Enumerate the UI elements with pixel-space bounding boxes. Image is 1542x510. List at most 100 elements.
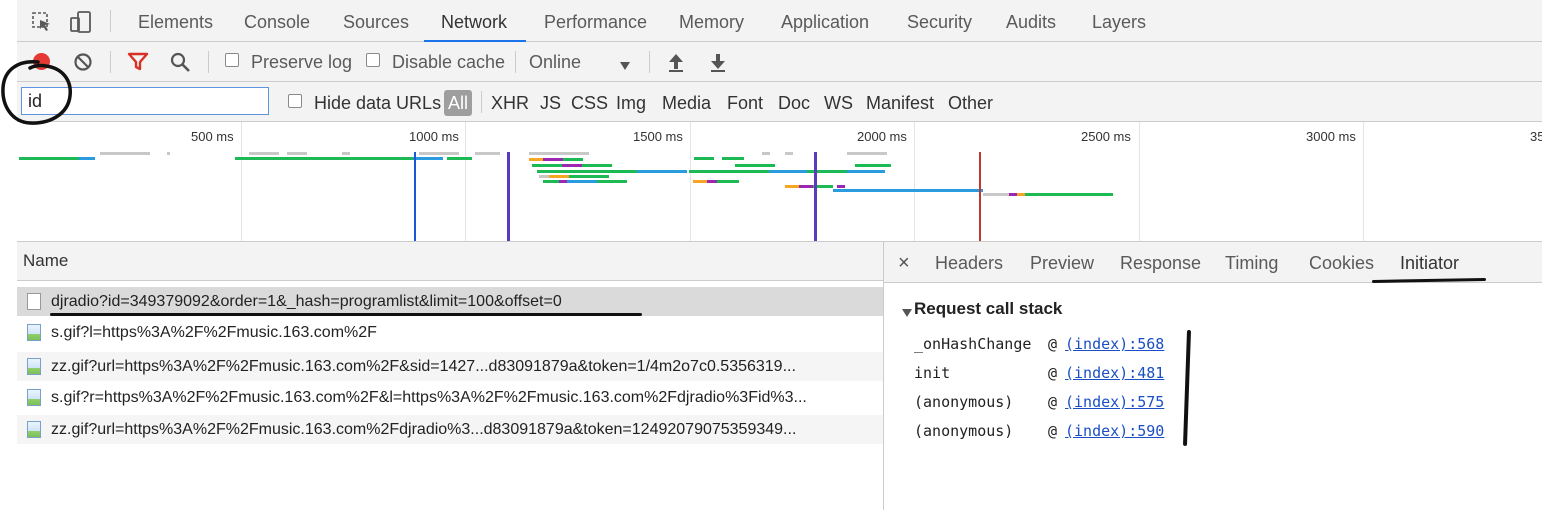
filter-type-img[interactable]: Img <box>616 82 646 122</box>
tab-sources[interactable]: Sources <box>343 0 409 42</box>
image-file-icon <box>27 421 41 438</box>
filter-icon[interactable] <box>127 52 149 72</box>
triangle-down-icon[interactable] <box>902 305 912 317</box>
tab-performance[interactable]: Performance <box>544 0 647 42</box>
waterfall-bar <box>1017 193 1025 196</box>
column-header-name[interactable]: Name <box>23 242 68 280</box>
waterfall-bar <box>543 180 559 183</box>
request-name: djradio?id=349379092&order=1&_hash=progr… <box>51 293 562 310</box>
filter-type-ws[interactable]: WS <box>824 82 853 122</box>
device-toolbar-icon[interactable] <box>69 10 93 34</box>
waterfall-bar <box>717 180 739 183</box>
waterfall-bar <box>762 152 770 155</box>
tab-cookies[interactable]: Cookies <box>1309 242 1374 284</box>
annotation-underline <box>50 313 642 316</box>
waterfall-bar <box>559 180 567 183</box>
request-name: zz.gif?url=https%3A%2F%2Fmusic.163.com%2… <box>51 358 796 375</box>
filter-separator <box>481 91 482 113</box>
tick-gridline <box>914 122 915 241</box>
dom-content-loaded-marker <box>414 152 416 241</box>
frame-function: (anonymous) <box>914 422 1014 440</box>
filter-type-other[interactable]: Other <box>948 82 993 122</box>
toolbar-separator <box>110 51 111 73</box>
hide-data-urls-label[interactable]: Hide data URLs <box>314 82 441 122</box>
filter-type-doc[interactable]: Doc <box>778 82 810 122</box>
waterfall-bar <box>707 180 717 183</box>
filter-type-xhr[interactable]: XHR <box>491 82 529 122</box>
filter-type-all[interactable]: All <box>444 90 473 116</box>
waterfall-bar <box>447 157 472 160</box>
tab-layers[interactable]: Layers <box>1092 0 1146 42</box>
tab-response[interactable]: Response <box>1120 242 1201 284</box>
preserve-log-label[interactable]: Preserve log <box>251 42 352 82</box>
waterfall-bar <box>1025 193 1113 196</box>
frame-location-link[interactable]: (index):590 <box>1065 422 1164 440</box>
waterfall-bar <box>167 152 170 155</box>
filter-type-css[interactable]: CSS <box>571 82 608 122</box>
filter-type-font[interactable]: Font <box>727 82 763 122</box>
tab-memory[interactable]: Memory <box>679 0 744 42</box>
preserve-log-checkbox[interactable] <box>225 53 239 67</box>
tab-headers[interactable]: Headers <box>935 242 1003 284</box>
waterfall-bar <box>582 164 612 167</box>
tab-audits[interactable]: Audits <box>1006 0 1056 42</box>
waterfall-bar <box>549 175 569 178</box>
frame-at: @ <box>1048 335 1058 353</box>
filter-type-media[interactable]: Media <box>662 82 711 122</box>
disable-cache-label[interactable]: Disable cache <box>392 42 505 82</box>
tab-network[interactable]: Network <box>441 0 507 42</box>
waterfall-bar <box>689 170 769 173</box>
waterfall-bar <box>693 180 707 183</box>
filter-type-manifest[interactable]: Manifest <box>866 82 934 122</box>
tick-gridline <box>241 122 242 241</box>
disable-cache-checkbox[interactable] <box>366 53 380 67</box>
waterfall-bar <box>532 164 562 167</box>
waterfall-bar <box>235 157 413 160</box>
details-tab-bar: × Headers Preview Response Timing Cookie… <box>884 242 1542 283</box>
waterfall-bar <box>543 158 563 161</box>
tab-console[interactable]: Console <box>244 0 310 42</box>
table-row[interactable]: zz.gif?url=https%3A%2F%2Fmusic.163.com%2… <box>17 352 883 381</box>
search-icon[interactable] <box>169 51 191 73</box>
call-stack-title[interactable]: Request call stack <box>914 299 1062 319</box>
waterfall-bar <box>562 164 582 167</box>
waterfall-bar <box>413 157 443 160</box>
load-marker <box>507 152 510 241</box>
import-har-icon[interactable] <box>667 51 685 73</box>
tab-preview[interactable]: Preview <box>1030 242 1094 284</box>
clear-icon[interactable] <box>73 52 93 72</box>
tab-timing[interactable]: Timing <box>1225 242 1278 284</box>
waterfall-bar <box>529 152 589 155</box>
waterfall-bar <box>694 157 714 160</box>
close-icon[interactable]: × <box>898 242 910 284</box>
hide-data-urls-checkbox[interactable] <box>288 94 302 108</box>
chevron-down-icon[interactable] <box>619 58 631 70</box>
tick-label: 35 <box>1530 129 1542 144</box>
table-row[interactable]: s.gif?r=https%3A%2F%2Fmusic.163.com%2F&l… <box>17 383 883 412</box>
requests-table-header: Name <box>17 242 883 281</box>
frame-location-link[interactable]: (index):575 <box>1065 393 1164 411</box>
timeline-overview[interactable]: 500 ms 1000 ms 1500 ms 2000 ms 2500 ms 3… <box>17 122 1542 242</box>
throttling-select[interactable]: Online <box>529 42 581 82</box>
tick-label: 1000 ms <box>409 129 459 144</box>
frame-location-link[interactable]: (index):481 <box>1065 364 1164 382</box>
tab-elements[interactable]: Elements <box>138 0 213 42</box>
filter-type-js[interactable]: JS <box>540 82 561 122</box>
export-har-icon[interactable] <box>709 51 727 73</box>
tabbar-separator <box>110 10 111 32</box>
frame-location-link[interactable]: (index):568 <box>1065 335 1164 353</box>
tab-security[interactable]: Security <box>907 0 972 42</box>
toolbar-separator <box>208 51 209 73</box>
table-row[interactable]: s.gif?l=https%3A%2F%2Fmusic.163.com%2F <box>17 318 883 347</box>
waterfall-bar <box>529 158 543 161</box>
table-row[interactable]: zz.gif?url=https%3A%2F%2Fmusic.163.com%2… <box>17 415 883 444</box>
inspect-element-icon[interactable] <box>31 11 53 33</box>
tick-gridline <box>465 122 466 241</box>
waterfall-bar <box>287 152 307 155</box>
frame-at: @ <box>1048 364 1058 382</box>
tab-application[interactable]: Application <box>781 0 869 42</box>
waterfall-bar <box>637 170 687 173</box>
toolbar-separator <box>649 51 650 73</box>
frame-function: init <box>914 364 951 382</box>
table-row[interactable]: djradio?id=349379092&order=1&_hash=progr… <box>17 287 883 316</box>
